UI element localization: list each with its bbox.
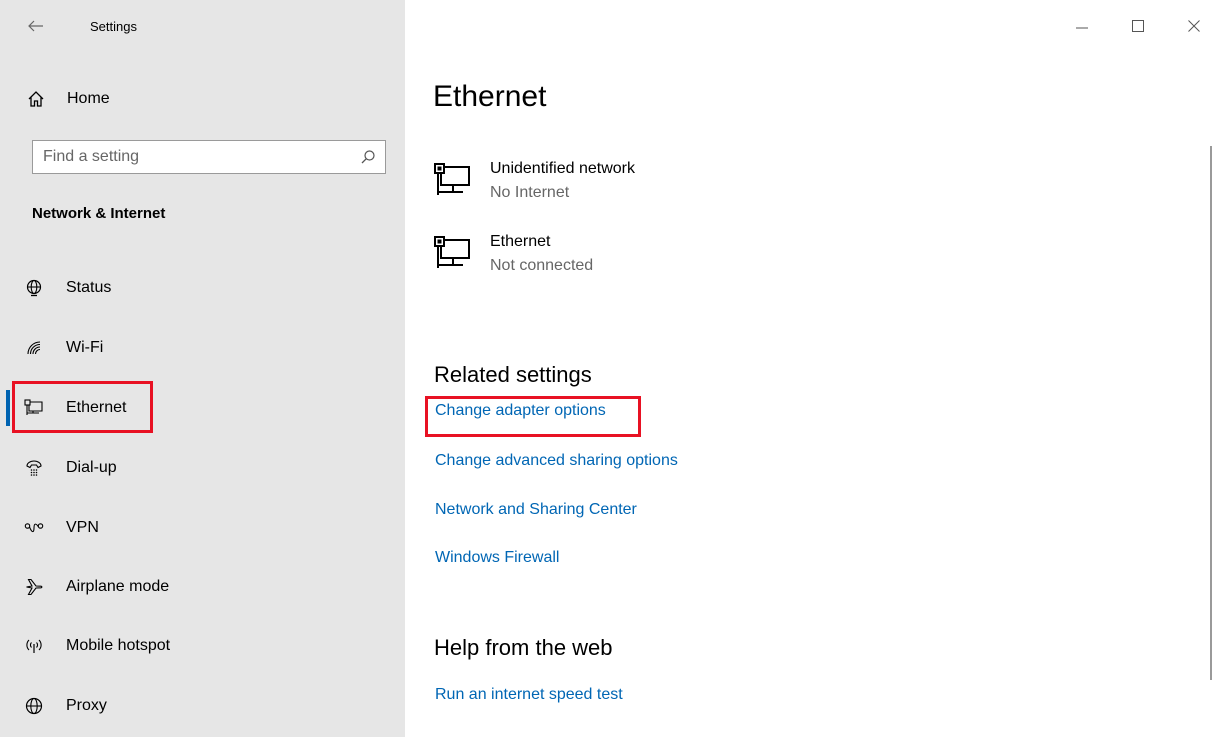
minimize-button[interactable] <box>1072 16 1092 36</box>
search-box <box>32 140 386 174</box>
close-button[interactable] <box>1184 16 1204 36</box>
globe-icon <box>24 696 44 716</box>
sidebar-item-mobile-hotspot[interactable]: Mobile hotspot <box>0 624 405 668</box>
related-settings-heading: Related settings <box>434 362 592 387</box>
section-heading: Network & Internet <box>32 205 166 222</box>
sidebar-item-proxy[interactable]: Proxy <box>0 684 405 728</box>
network-item-ethernet[interactable]: Ethernet Not connected <box>433 233 833 285</box>
sidebar-item-label: Proxy <box>66 697 107 714</box>
network-item-unidentified[interactable]: Unidentified network No Internet <box>433 160 833 212</box>
sidebar-item-label: VPN <box>66 519 99 536</box>
window-controls <box>1034 0 1214 56</box>
search-icon[interactable] <box>351 141 385 173</box>
sidebar-item-label: Airplane mode <box>66 578 170 595</box>
vpn-icon <box>24 518 44 538</box>
close-icon <box>1188 20 1200 32</box>
network-name: Ethernet <box>490 233 551 250</box>
sidebar-item-label: Dial-up <box>66 459 117 476</box>
wifi-icon <box>24 338 44 358</box>
globe-status-icon <box>24 278 44 298</box>
back-arrow-icon <box>28 20 43 32</box>
highlight-box-adapter-options <box>425 396 641 437</box>
ethernet-icon <box>433 162 473 198</box>
sidebar-item-dialup[interactable]: Dial-up <box>0 446 405 490</box>
airplane-icon <box>24 577 44 597</box>
network-status: Not connected <box>490 257 594 274</box>
title-bar: Settings <box>0 0 405 56</box>
page-title: Ethernet <box>433 80 547 113</box>
ethernet-icon <box>433 235 473 271</box>
link-change-advanced-sharing[interactable]: Change advanced sharing options <box>435 452 678 470</box>
link-windows-firewall[interactable]: Windows Firewall <box>435 549 559 567</box>
highlight-box-ethernet <box>12 381 153 433</box>
sidebar-item-wifi[interactable]: Wi-Fi <box>0 326 405 370</box>
nav-home[interactable]: Home <box>0 80 405 118</box>
link-speed-test[interactable]: Run an internet speed test <box>435 686 623 704</box>
sidebar-item-label: Status <box>66 279 112 296</box>
minimize-icon <box>1076 27 1088 29</box>
home-icon <box>26 89 46 109</box>
hotspot-icon <box>24 636 44 656</box>
search-input[interactable] <box>33 141 351 173</box>
maximize-icon <box>1132 20 1144 32</box>
dialup-icon <box>24 458 44 478</box>
sidebar: Settings Home Network & Internet <box>0 0 405 737</box>
sidebar-item-vpn[interactable]: VPN <box>0 506 405 550</box>
link-network-sharing-center[interactable]: Network and Sharing Center <box>435 501 637 519</box>
sidebar-item-label: Wi-Fi <box>66 339 104 356</box>
network-name: Unidentified network <box>490 160 635 177</box>
app-title: Settings <box>90 19 137 34</box>
sidebar-item-label: Mobile hotspot <box>66 637 171 654</box>
back-button[interactable] <box>22 12 50 40</box>
scrollbar[interactable] <box>1210 146 1212 680</box>
sidebar-item-status[interactable]: Status <box>0 266 405 310</box>
maximize-button[interactable] <box>1128 16 1148 36</box>
help-heading: Help from the web <box>434 635 613 660</box>
network-status: No Internet <box>490 184 570 201</box>
sidebar-item-airplane-mode[interactable]: Airplane mode <box>0 565 405 609</box>
home-label: Home <box>67 90 110 107</box>
